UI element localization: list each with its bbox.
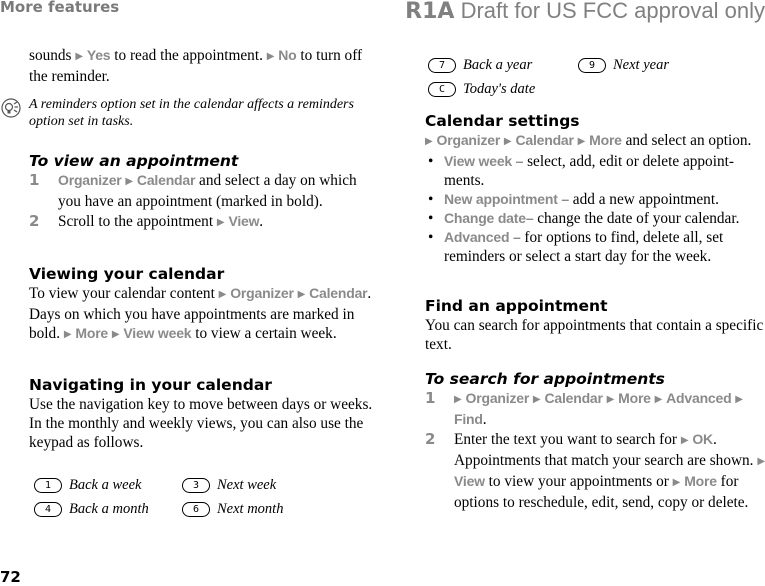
keypad-table-left: 1 Back a week 3 Next week 4 Back a month 6N… [34, 473, 283, 521]
navigating-body: Use the navigation key to move between d… [29, 396, 373, 451]
arrow-icon: ▶ [680, 435, 689, 446]
arrow-icon: ▶ [654, 394, 663, 405]
navigating-title: Navigating in your calendar [29, 376, 272, 394]
arrow-icon: ▶ [125, 176, 134, 187]
keypad-row: 4 Back a month 6 Next month [34, 497, 283, 521]
arrow-icon: ▶ [111, 329, 120, 340]
viewing-calendar-body: To view your calendar content ▶ Organize… [29, 285, 372, 342]
find-appointment-section: Find an appointment You can search for a… [425, 297, 765, 354]
settings-bullet: • View week – select, add, edit or delete… [428, 153, 734, 189]
arrow-icon: ▶ [218, 289, 227, 300]
calendar-settings-title: Calendar settings [425, 112, 580, 130]
keyword-no: No [278, 47, 297, 63]
draft-code: R1A [405, 0, 455, 24]
settings-bullet: • Advanced – for options to find, delete … [428, 229, 724, 265]
arrow-icon: ▶ [454, 394, 462, 405]
arrow-icon: ▶ [425, 136, 433, 147]
arrow-icon: ▶ [63, 329, 72, 340]
key-6-icon: 6 [182, 501, 210, 517]
calendar-settings-section: Calendar settings ▶ Organizer ▶ Calendar… [425, 112, 765, 266]
tip-text: A reminders option set in the calendar a… [29, 97, 354, 129]
arrow-icon: ▶ [216, 217, 225, 228]
find-appointment-body: You can search for appointments that con… [425, 317, 764, 353]
arrow-icon: ▶ [757, 456, 765, 467]
arrow-icon: ▶ [672, 477, 681, 488]
arrow-icon: ▶ [606, 394, 615, 405]
key-1-icon: 1 [34, 477, 62, 493]
key-3-icon: 3 [182, 477, 210, 493]
draft-text: Draft for US FCC approval only [460, 0, 765, 23]
keyword-yes: Yes [86, 47, 111, 63]
draft-banner: R1A Draft for US FCC approval only [405, 0, 765, 24]
settings-bullet: • Change date– change the date of your ca… [428, 210, 740, 227]
search-step-2: 2 Enter the text you want to search for … [425, 430, 765, 511]
keypad-row: 1 Back a week 3 Next week [34, 473, 283, 497]
view-appointment-section: To view an appointment 1 Organizer ▶ Cal… [29, 152, 374, 233]
arrow-icon: ▶ [266, 51, 275, 62]
viewing-calendar-title: Viewing your calendar [29, 265, 225, 283]
viewing-calendar-section: Viewing your calendar To view your calen… [29, 265, 374, 345]
lightbulb-tip-icon [1, 98, 21, 118]
intro-paragraph: sounds ▶ Yes to read the appointment. ▶ … [29, 47, 363, 85]
keypad-row: 7 Back a year 9 Next year [428, 53, 669, 77]
find-appointment-title: Find an appointment [425, 297, 608, 315]
view-appointment-title: To view an appointment [29, 152, 239, 170]
navigating-section: Navigating in your calendar Use the navi… [29, 376, 374, 452]
page-number: 72 [0, 568, 21, 586]
step-1: 1 Organizer ▶ Calendar and select a day … [29, 171, 357, 210]
search-step-1: 1 ▶ Organizer ▶ Calendar ▶ More ▶ Advanc… [425, 389, 743, 428]
key-9-icon: 9 [578, 57, 606, 73]
keypad-table-right: 7 Back a year 9 Next year C Today's date [428, 53, 669, 101]
calendar-settings-path: ▶ Organizer ▶ Calendar ▶ More and select… [425, 132, 752, 149]
key-4-icon: 4 [34, 501, 62, 517]
search-appointments-section: To search for appointments 1 ▶ Organizer… [425, 370, 765, 512]
arrow-icon: ▶ [503, 136, 512, 147]
key-7-icon: 7 [428, 57, 456, 73]
settings-bullet: • New appointment – add a new appointment… [428, 191, 719, 208]
step-2: 2 Scroll to the appointment ▶ View. [29, 212, 264, 230]
keypad-row: C Today's date [428, 77, 669, 101]
arrow-icon: ▶ [577, 136, 586, 147]
arrow-icon: ▶ [75, 51, 84, 62]
section-header: More features [0, 0, 120, 16]
search-appointments-title: To search for appointments [425, 370, 665, 388]
key-c-icon: C [428, 81, 456, 97]
arrow-icon: ▶ [735, 394, 743, 405]
arrow-icon: ▶ [297, 289, 306, 300]
arrow-icon: ▶ [532, 394, 541, 405]
